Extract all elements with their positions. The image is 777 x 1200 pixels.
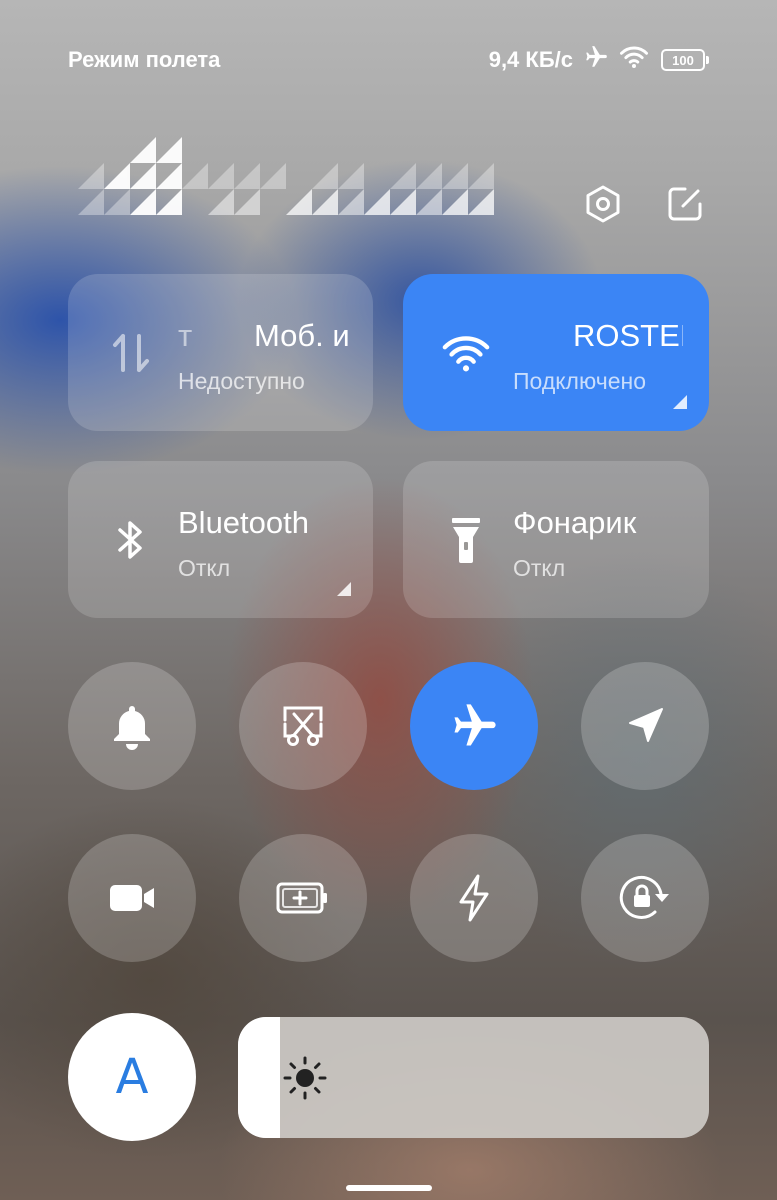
bluetooth-status: Откл: [178, 555, 231, 581]
flashlight-icon: [441, 515, 491, 565]
mobile-data-title-fragment: т: [178, 318, 193, 353]
airplane-mode-toggle[interactable]: [410, 662, 538, 790]
wifi-status: Подключено: [513, 368, 646, 394]
performance-mode-toggle[interactable]: [410, 834, 538, 962]
mobile-data-tile[interactable]: т Моб. и Недоступно: [68, 274, 373, 431]
rotation-lock-toggle[interactable]: [581, 834, 709, 962]
obscured-header-area: [78, 135, 508, 219]
brightness-slider[interactable]: [238, 1017, 709, 1138]
wifi-status-icon: [619, 44, 649, 76]
auto-brightness-button[interactable]: A: [68, 1013, 196, 1141]
mobile-data-status: Недоступно: [178, 368, 305, 394]
video-camera-icon: [110, 885, 154, 911]
sound-toggle[interactable]: [68, 662, 196, 790]
bluetooth-tile[interactable]: Bluetooth Откл: [68, 461, 373, 618]
flashlight-title: Фонарик: [513, 505, 637, 540]
settings-hexagon-icon: [586, 185, 620, 223]
settings-button[interactable]: [581, 182, 625, 226]
header-actions: [581, 182, 707, 226]
mobile-data-title: Моб. и: [254, 318, 350, 353]
network-speed: 9,4 КБ/с: [488, 47, 573, 72]
edit-button[interactable]: [663, 182, 707, 226]
wifi-expand-corner-icon[interactable]: [673, 395, 687, 409]
airplane-icon: [454, 704, 496, 746]
screen-recorder-toggle[interactable]: [68, 834, 196, 962]
flashlight-tile[interactable]: Фонарик Откл: [403, 461, 709, 618]
bluetooth-title: Bluetooth: [178, 505, 309, 540]
bluetooth-expand-corner-icon[interactable]: [337, 582, 351, 596]
battery-saver-toggle[interactable]: [239, 834, 367, 962]
bluetooth-icon: [106, 515, 156, 565]
brightness-level-fill: [238, 1017, 281, 1138]
screenshot-toggle[interactable]: [239, 662, 367, 790]
home-indicator[interactable]: [346, 1185, 432, 1191]
wifi-tile[interactable]: ROSTEI Подключено: [403, 274, 709, 431]
status-bar: Режим полета 9,4 КБ/с 100: [0, 0, 777, 120]
bell-icon: [114, 706, 150, 750]
edit-icon: [668, 187, 702, 221]
wifi-icon: [441, 328, 491, 378]
location-toggle[interactable]: [581, 662, 709, 790]
battery-indicator: 100: [661, 49, 709, 71]
airplane-mode-label: Режим полета: [68, 47, 221, 72]
lightning-icon: [459, 874, 489, 922]
battery-saver-icon: [276, 882, 327, 914]
location-icon: [629, 708, 663, 742]
screenshot-scissors-icon: [283, 706, 323, 746]
data-arrows-icon: [106, 328, 156, 378]
airplane-status-icon: [581, 44, 611, 76]
rotation-lock-icon: [619, 875, 669, 919]
status-indicators: 9,4 КБ/с 100: [488, 44, 709, 76]
flashlight-status: Откл: [513, 555, 566, 581]
wifi-network-name: ROSTEI: [573, 318, 683, 353]
sun-icon: [283, 1056, 327, 1100]
